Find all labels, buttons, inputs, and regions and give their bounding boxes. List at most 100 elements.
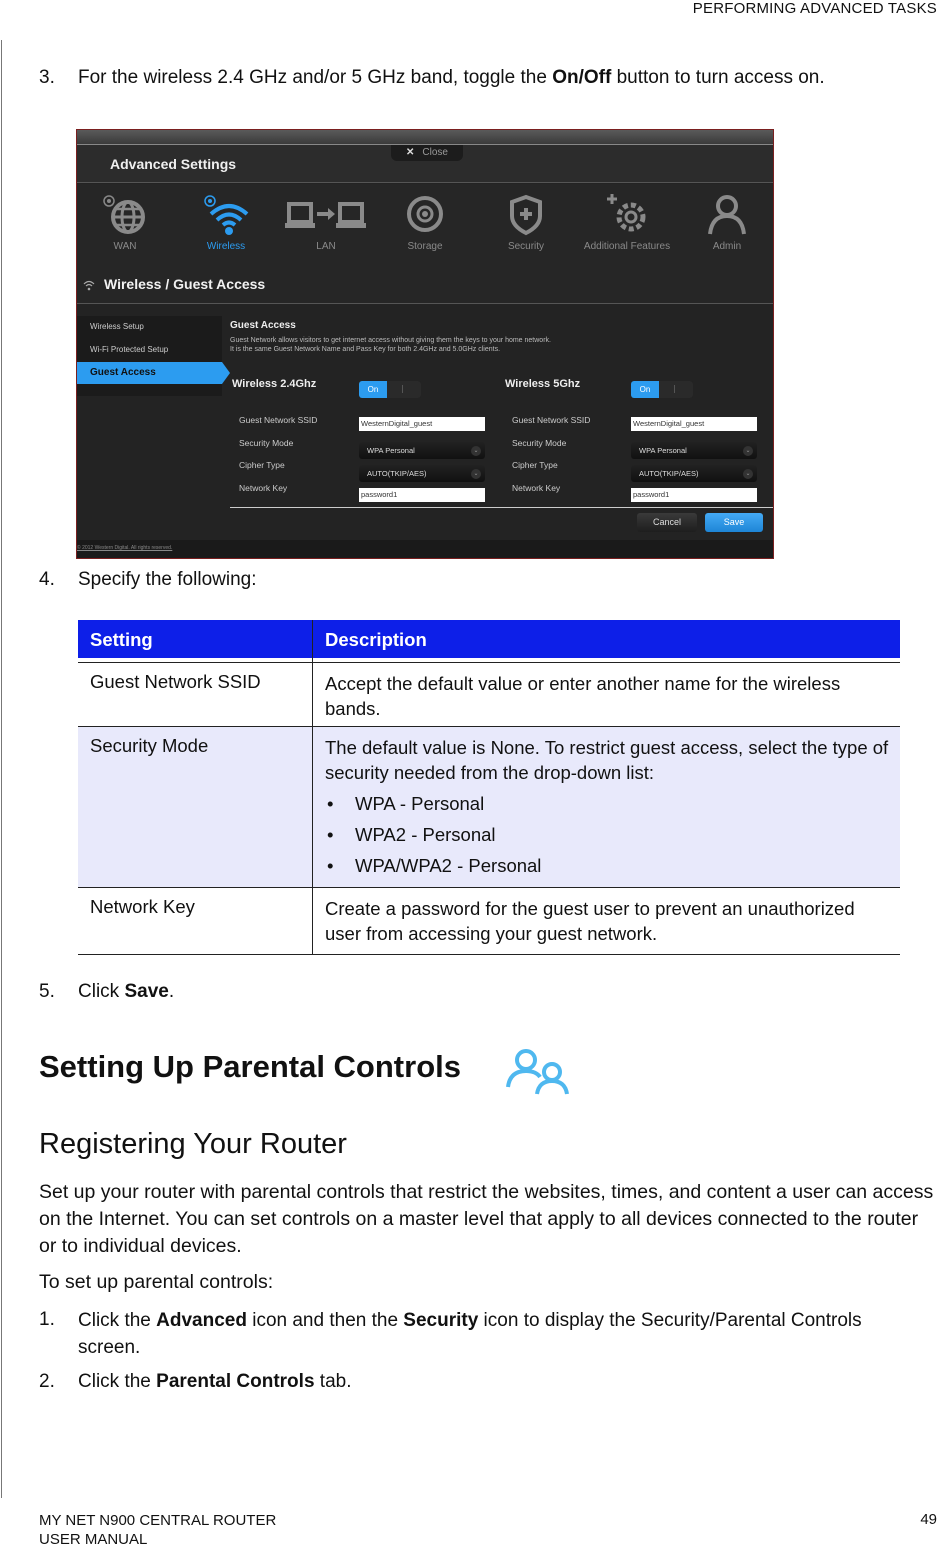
screenshot-footer: [77, 540, 773, 558]
nav-additional-features[interactable]: Additional Features: [579, 184, 675, 264]
close-icon: ✕: [406, 147, 415, 158]
bullet-item: WPA2 - Personal: [325, 822, 890, 847]
step-bold: On/Off: [552, 67, 612, 88]
toggle-off: [659, 381, 693, 398]
select-value: AUTO(TKIP/AES): [367, 469, 427, 478]
guest-access-title: Guest Access: [230, 320, 296, 331]
step-text: button to turn access on.: [611, 67, 825, 88]
field-label: Network Key: [239, 483, 288, 493]
footer-product: MY NET N900 CENTRAL ROUTER USER MANUAL: [39, 1511, 276, 1546]
chevron-down-icon: ⌄: [743, 469, 753, 479]
band-5-key-input[interactable]: password1: [631, 488, 757, 502]
band-5-security-select[interactable]: WPA Personal ⌄: [631, 442, 757, 459]
sidebar-item-wps[interactable]: Wi-Fi Protected Setup: [77, 339, 222, 361]
disc-icon: [407, 196, 443, 232]
globe-icon: [103, 195, 145, 234]
gear-plus-icon: [607, 194, 646, 232]
step-bold: Security: [403, 1310, 479, 1331]
band-24-ssid-input[interactable]: WesternDigital_guest: [359, 417, 485, 431]
table-header: Setting Description: [78, 620, 900, 658]
band-24-key-input[interactable]: password1: [359, 488, 485, 502]
step-number: 5.: [39, 981, 55, 1002]
shield-icon: [510, 194, 542, 236]
setting-cell: Guest Network SSID: [90, 671, 261, 692]
setting-cell: Security Mode: [90, 735, 209, 756]
step-text: Click: [78, 981, 125, 1002]
table-row: Network Key Create a password for the gu…: [78, 888, 900, 955]
step-text: .: [168, 981, 175, 1002]
sidebar: Wireless Setup Wi-Fi Protected Setup Gue…: [77, 316, 230, 396]
band-5-toggle[interactable]: On: [631, 381, 693, 398]
wifi-small-icon: [83, 280, 95, 291]
band-24-security-select[interactable]: WPA Personal ⌄: [359, 442, 485, 459]
lan-icon: [285, 202, 366, 228]
page-number: 49: [920, 1511, 937, 1528]
nav-label: Additional Features: [583, 241, 671, 252]
band-24-toggle[interactable]: On: [359, 381, 421, 398]
header-setting: Setting: [90, 629, 153, 650]
heading-parental-controls: Setting Up Parental Controls: [39, 1049, 461, 1084]
nav-admin[interactable]: Admin: [679, 184, 773, 264]
save-button[interactable]: Save: [705, 513, 763, 532]
nav-lan[interactable]: LAN: [278, 184, 374, 264]
step-bold: Save: [124, 981, 169, 1002]
step-text: Click the: [78, 1310, 157, 1331]
band-24-cipher-select[interactable]: AUTO(TKIP/AES) ⌄: [359, 465, 485, 482]
cancel-button[interactable]: Cancel: [637, 513, 697, 532]
chevron-down-icon: ⌄: [471, 446, 481, 456]
step-number: 4.: [39, 569, 55, 590]
router-screenshot: Advanced Settings ✕ Close WAN Wireless L…: [76, 129, 774, 559]
step-3: 3. For the wireless 2.4 GHz and/or 5 GHz…: [39, 65, 939, 117]
step-bold: Advanced: [156, 1310, 247, 1331]
lead-paragraph: To set up parental controls:: [39, 1271, 274, 1293]
nav-label: Storage: [407, 241, 443, 252]
band-5-title: Wireless 5Ghz: [505, 378, 581, 390]
step-text: Specify the following:: [78, 569, 257, 590]
copyright-link[interactable]: © 2012 Western Digital. All rights reser…: [77, 545, 172, 551]
step-text: Click the: [78, 1371, 157, 1392]
nav-wireless[interactable]: Wireless: [178, 184, 274, 264]
sidebar-item-wireless-setup[interactable]: Wireless Setup: [77, 316, 222, 338]
nav-storage[interactable]: Storage: [377, 184, 473, 264]
nav-wan[interactable]: WAN: [77, 184, 173, 264]
close-button[interactable]: ✕ Close: [391, 145, 463, 161]
form-divider: [230, 507, 773, 508]
heading-registering: Registering Your Router: [39, 1128, 347, 1160]
description-cell: Create a password for the guest user to …: [325, 898, 855, 944]
intro-paragraph: Set up your router with parental control…: [39, 1181, 934, 1257]
sidebar-item-guest-access[interactable]: Guest Access: [77, 362, 230, 384]
description-line: Guest Network allows visitors to get int…: [230, 337, 551, 344]
field-label: Guest Network SSID: [239, 415, 318, 425]
description-line: It is the same Guest Network Name and Pa…: [230, 346, 501, 353]
bullet-item: WPA/WPA2 - Personal: [325, 853, 890, 878]
band-5-ssid-input[interactable]: WesternDigital_guest: [631, 417, 757, 431]
band-5-cipher-select[interactable]: AUTO(TKIP/AES) ⌄: [631, 465, 757, 482]
description-text: The default value is None. To restrict g…: [325, 737, 889, 783]
step-bold: Parental Controls: [156, 1371, 315, 1392]
step-text: tab.: [314, 1371, 352, 1392]
user-icon: [708, 195, 746, 235]
margin-rule: [1, 40, 2, 1498]
nav-label: WAN: [113, 241, 137, 252]
close-label: Close: [422, 147, 448, 158]
select-value: AUTO(TKIP/AES): [639, 469, 699, 478]
bullet-item: WPA - Personal: [325, 791, 890, 816]
toggle-on-label: On: [631, 381, 659, 398]
step-5: 5. Click Save.: [39, 979, 939, 1005]
nav-security[interactable]: Security: [478, 184, 574, 264]
field-label: Network Key: [512, 483, 561, 493]
nav-label: LAN: [316, 241, 336, 252]
step-number: 2.: [39, 1371, 55, 1392]
running-header: PERFORMING ADVANCED TASKS: [692, 0, 937, 17]
advanced-settings-title: Advanced Settings: [110, 156, 237, 172]
toggle-off: [387, 381, 421, 398]
step-number: 3.: [39, 67, 55, 88]
header-description: Description: [325, 629, 427, 650]
toggle-on-label: On: [359, 381, 387, 398]
select-value: WPA Personal: [367, 446, 415, 455]
top-bar: [77, 130, 773, 145]
nav-label: Security: [507, 241, 545, 252]
description-cell: The default value is None. To restrict g…: [325, 735, 890, 878]
step-4: 4. Specify the following:: [39, 567, 939, 593]
description-cell: Accept the default value or enter anothe…: [325, 673, 841, 719]
